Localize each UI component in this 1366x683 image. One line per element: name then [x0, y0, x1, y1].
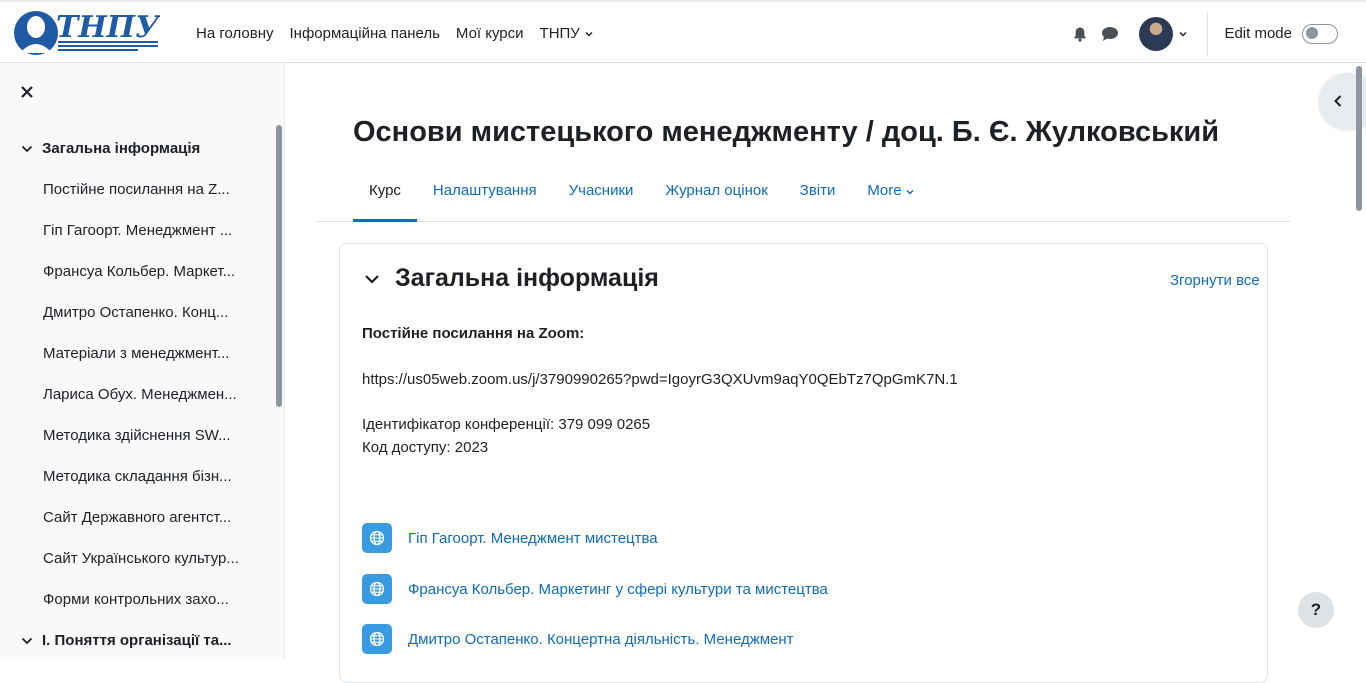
- drawer-item[interactable]: Форми контрольних захо...: [43, 591, 238, 608]
- drawer-item[interactable]: Франсуа Кольбер. Маркет...: [43, 263, 238, 280]
- drawer-scrollbar[interactable]: [276, 125, 282, 407]
- zoom-url: https://us05web.zoom.us/j/3790990265?pwd…: [362, 371, 958, 388]
- tab-gradebook[interactable]: Журнал оцінок: [649, 170, 783, 222]
- chevron-down-icon: [365, 274, 379, 284]
- course-title: Основи мистецького менеджменту / доц. Б.…: [353, 116, 1220, 148]
- drawer-item[interactable]: Сайт Державного агентст...: [43, 509, 238, 526]
- globe-icon: [362, 523, 392, 553]
- chevron-down-icon: [585, 31, 593, 36]
- tab-participants[interactable]: Учасники: [553, 170, 650, 222]
- drawer-section-1[interactable]: I. Поняття організації та...: [20, 632, 232, 649]
- page-scrollbar[interactable]: [1356, 66, 1362, 211]
- drawer-section-title: I. Поняття організації та...: [42, 632, 232, 649]
- chevron-down-icon: [21, 145, 33, 152]
- tab-gradebook-label: Журнал оцінок: [665, 182, 768, 199]
- section-title: Загальна інформація: [395, 264, 659, 292]
- globe-icon: [362, 574, 392, 604]
- conference-id: Ідентифікатор конференції: 379 099 0265: [362, 416, 651, 433]
- close-drawer-icon[interactable]: [16, 81, 38, 103]
- drawer-item[interactable]: Постійне посилання на Z...: [43, 181, 238, 198]
- top-navbar: ТНПУ На головну Інформаційна панель Мої …: [0, 0, 1366, 63]
- nav-tnpu-menu[interactable]: ТНПУ: [532, 25, 602, 42]
- edit-mode-toggle[interactable]: [1302, 23, 1338, 44]
- user-menu-chevron-down-icon[interactable]: [1173, 19, 1193, 49]
- drawer-item[interactable]: Методика складання бізн...: [43, 468, 238, 485]
- tab-participants-label: Учасники: [568, 182, 634, 199]
- activity-link[interactable]: Франсуа Кольбер. Маркетинг у сфері культ…: [408, 581, 828, 598]
- course-section-card: [339, 243, 1268, 683]
- nav-dashboard-label: Інформаційна панель: [289, 25, 440, 42]
- chevron-down-icon: [21, 637, 33, 644]
- drawer-item[interactable]: Лариса Обух. Менеджмен...: [43, 386, 238, 403]
- notifications-bell-icon[interactable]: [1065, 19, 1095, 49]
- nav-home[interactable]: На головну: [188, 25, 282, 42]
- svg-text:ТНПУ: ТНПУ: [56, 10, 160, 45]
- tab-more-label: More: [867, 182, 902, 199]
- activity-link[interactable]: Дмитро Остапенко. Концертна діяльність. …: [408, 631, 794, 648]
- tab-settings[interactable]: Налаштування: [417, 170, 553, 222]
- access-code: Код доступу: 2023: [362, 439, 489, 456]
- tab-course[interactable]: Курс: [353, 170, 417, 222]
- nav-tnpu-label: ТНПУ: [539, 25, 580, 42]
- drawer-section-title: Загальна інформація: [42, 140, 201, 157]
- drawer-item[interactable]: Дмитро Остапенко. Конц...: [43, 304, 238, 321]
- globe-icon: [362, 624, 392, 654]
- collapse-all-link[interactable]: Згорнути все: [1170, 272, 1260, 289]
- nav-dashboard[interactable]: Інформаційна панель: [282, 25, 448, 42]
- user-avatar[interactable]: [1139, 16, 1174, 51]
- edit-mode-label: Edit mode: [1224, 25, 1292, 42]
- activity-link[interactable]: Гіп Гагоорт. Менеджмент мистецтва: [408, 530, 658, 547]
- section-header[interactable]: Загальна інформація: [363, 264, 659, 293]
- drawer-item[interactable]: Методика здійснення SW...: [43, 427, 238, 444]
- chevron-down-icon: [906, 190, 914, 195]
- zoom-label: Постійне посилання на Zoom:: [362, 325, 585, 342]
- nav-my-courses-label: Мої курси: [455, 25, 524, 42]
- messages-chat-icon[interactable]: [1095, 19, 1125, 49]
- drawer-item[interactable]: Гіп Гагоорт. Менеджмент ...: [43, 222, 238, 239]
- drawer-item[interactable]: Матеріали з менеджмент...: [43, 345, 238, 362]
- user-area: Edit mode: [1065, 2, 1366, 65]
- drawer-section-general[interactable]: Загальна інформація: [20, 140, 200, 157]
- chevron-left-icon: [1334, 95, 1342, 107]
- help-button[interactable]: ?: [1298, 592, 1334, 628]
- site-logo[interactable]: ТНПУ: [14, 7, 162, 59]
- activity-item: Франсуа Кольбер. Маркетинг у сфері культ…: [362, 574, 828, 604]
- tab-more[interactable]: More: [851, 170, 930, 222]
- navbar-divider: [1207, 11, 1209, 56]
- nav-my-courses[interactable]: Мої курси: [448, 25, 532, 42]
- tab-settings-label: Налаштування: [432, 182, 537, 199]
- primary-nav: На головну Інформаційна панель Мої курси…: [188, 2, 602, 65]
- course-index-drawer: Загальна інформація Постійне посилання н…: [0, 63, 285, 659]
- activity-item: Дмитро Остапенко. Концертна діяльність. …: [362, 624, 794, 654]
- tab-reports[interactable]: Звіти: [784, 170, 852, 222]
- activity-item: Гіп Гагоорт. Менеджмент мистецтва: [362, 523, 658, 553]
- tab-course-label: Курс: [369, 182, 401, 199]
- course-tabs: Курс Налаштування Учасники Журнал оцінок…: [316, 170, 1291, 222]
- nav-home-label: На головну: [196, 25, 274, 42]
- tab-reports-label: Звіти: [799, 182, 836, 199]
- drawer-item[interactable]: Сайт Українського культур...: [43, 550, 238, 567]
